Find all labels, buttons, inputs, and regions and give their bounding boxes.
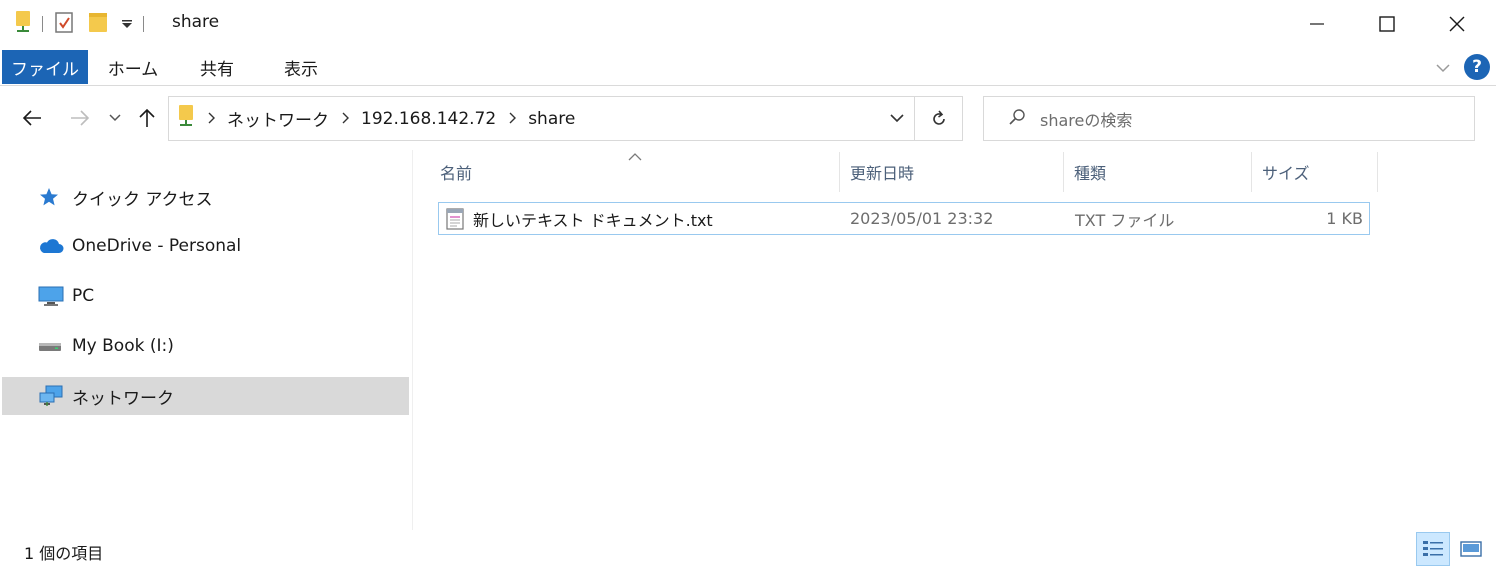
- breadcrumb-host[interactable]: 192.168.142.72: [361, 109, 496, 129]
- title-bar: share: [0, 0, 1496, 48]
- sidebar-item-label: ネットワーク: [72, 388, 174, 409]
- sidebar-item-label: OneDrive - Personal: [72, 236, 242, 256]
- file-name: 新しいテキスト ドキュメント.txt: [473, 210, 713, 230]
- status-item-count: 1 個の項目: [24, 544, 104, 563]
- refresh-button[interactable]: [915, 96, 963, 141]
- qat-dropdown-icon[interactable]: [121, 15, 133, 34]
- chevron-right-icon[interactable]: [508, 109, 517, 129]
- file-type: TXT ファイル: [1075, 210, 1175, 230]
- pane-divider[interactable]: [412, 150, 413, 530]
- navigation-pane: クイック アクセス OneDrive - Personal PC My Book…: [0, 150, 412, 530]
- expand-ribbon-icon[interactable]: [1436, 58, 1450, 77]
- sidebar-item-my-book[interactable]: My Book (I:): [2, 327, 409, 365]
- column-header-modified[interactable]: 更新日時: [840, 152, 1064, 192]
- new-folder-icon[interactable]: [87, 10, 109, 38]
- network-icon: [38, 385, 72, 407]
- breadcrumb-network[interactable]: ネットワーク: [227, 106, 329, 131]
- window-title: share: [172, 12, 220, 32]
- network-folder-icon: [14, 10, 32, 38]
- sidebar-item-pc[interactable]: PC: [2, 277, 409, 315]
- properties-icon[interactable]: [53, 10, 75, 38]
- search-icon: [1008, 108, 1026, 130]
- cloud-icon: [38, 237, 72, 255]
- up-button[interactable]: [134, 102, 160, 134]
- chevron-right-icon[interactable]: [207, 109, 215, 129]
- minimize-button[interactable]: [1282, 0, 1352, 48]
- quick-access-toolbar: [14, 10, 154, 38]
- sidebar-item-onedrive[interactable]: OneDrive - Personal: [2, 227, 409, 265]
- address-bar[interactable]: ネットワーク 192.168.142.72 share: [168, 96, 915, 141]
- tab-home[interactable]: ホーム: [96, 50, 170, 84]
- ribbon: ファイル ホーム 共有 表示 ?: [0, 48, 1496, 86]
- search-placeholder: shareの検索: [1040, 110, 1133, 130]
- view-toggle: [1416, 532, 1488, 566]
- back-button[interactable]: [18, 102, 46, 134]
- tab-file[interactable]: ファイル: [2, 50, 88, 84]
- text-file-icon: [445, 207, 465, 231]
- sidebar-item-quick-access[interactable]: クイック アクセス: [2, 178, 409, 216]
- file-size: 1 KB: [1326, 209, 1363, 228]
- tab-share[interactable]: 共有: [180, 50, 254, 84]
- recent-locations-button[interactable]: [106, 102, 124, 134]
- maximize-button[interactable]: [1352, 0, 1422, 48]
- column-header-type[interactable]: 種類: [1064, 152, 1252, 192]
- forward-button[interactable]: [66, 102, 94, 134]
- sidebar-item-label: PC: [72, 286, 95, 306]
- chevron-right-icon[interactable]: [341, 109, 349, 129]
- file-name-cell[interactable]: 新しいテキスト ドキュメント.txt: [445, 203, 713, 234]
- file-row[interactable]: 新しいテキスト ドキュメント.txt 2023/05/01 23:32 TXT …: [438, 202, 1370, 235]
- help-icon[interactable]: ?: [1464, 54, 1490, 80]
- computer-icon: [38, 285, 72, 307]
- network-folder-icon: [177, 104, 195, 133]
- sidebar-item-label: クイック アクセス: [72, 189, 213, 210]
- tab-view[interactable]: 表示: [264, 50, 338, 84]
- star-icon: [38, 186, 72, 208]
- sidebar-item-label: My Book (I:): [72, 336, 174, 356]
- details-view-button[interactable]: [1416, 532, 1450, 566]
- search-box[interactable]: shareの検索: [983, 96, 1475, 141]
- large-icons-view-button[interactable]: [1454, 532, 1488, 566]
- close-button[interactable]: [1422, 0, 1492, 48]
- breadcrumb-share[interactable]: share: [528, 109, 575, 129]
- column-header-size[interactable]: サイズ: [1252, 152, 1378, 192]
- column-header-name[interactable]: 名前: [430, 152, 840, 192]
- drive-icon: [38, 339, 72, 353]
- sidebar-item-network[interactable]: ネットワーク: [2, 377, 409, 415]
- file-modified: 2023/05/01 23:32: [850, 209, 994, 228]
- address-dropdown-icon[interactable]: [890, 109, 904, 131]
